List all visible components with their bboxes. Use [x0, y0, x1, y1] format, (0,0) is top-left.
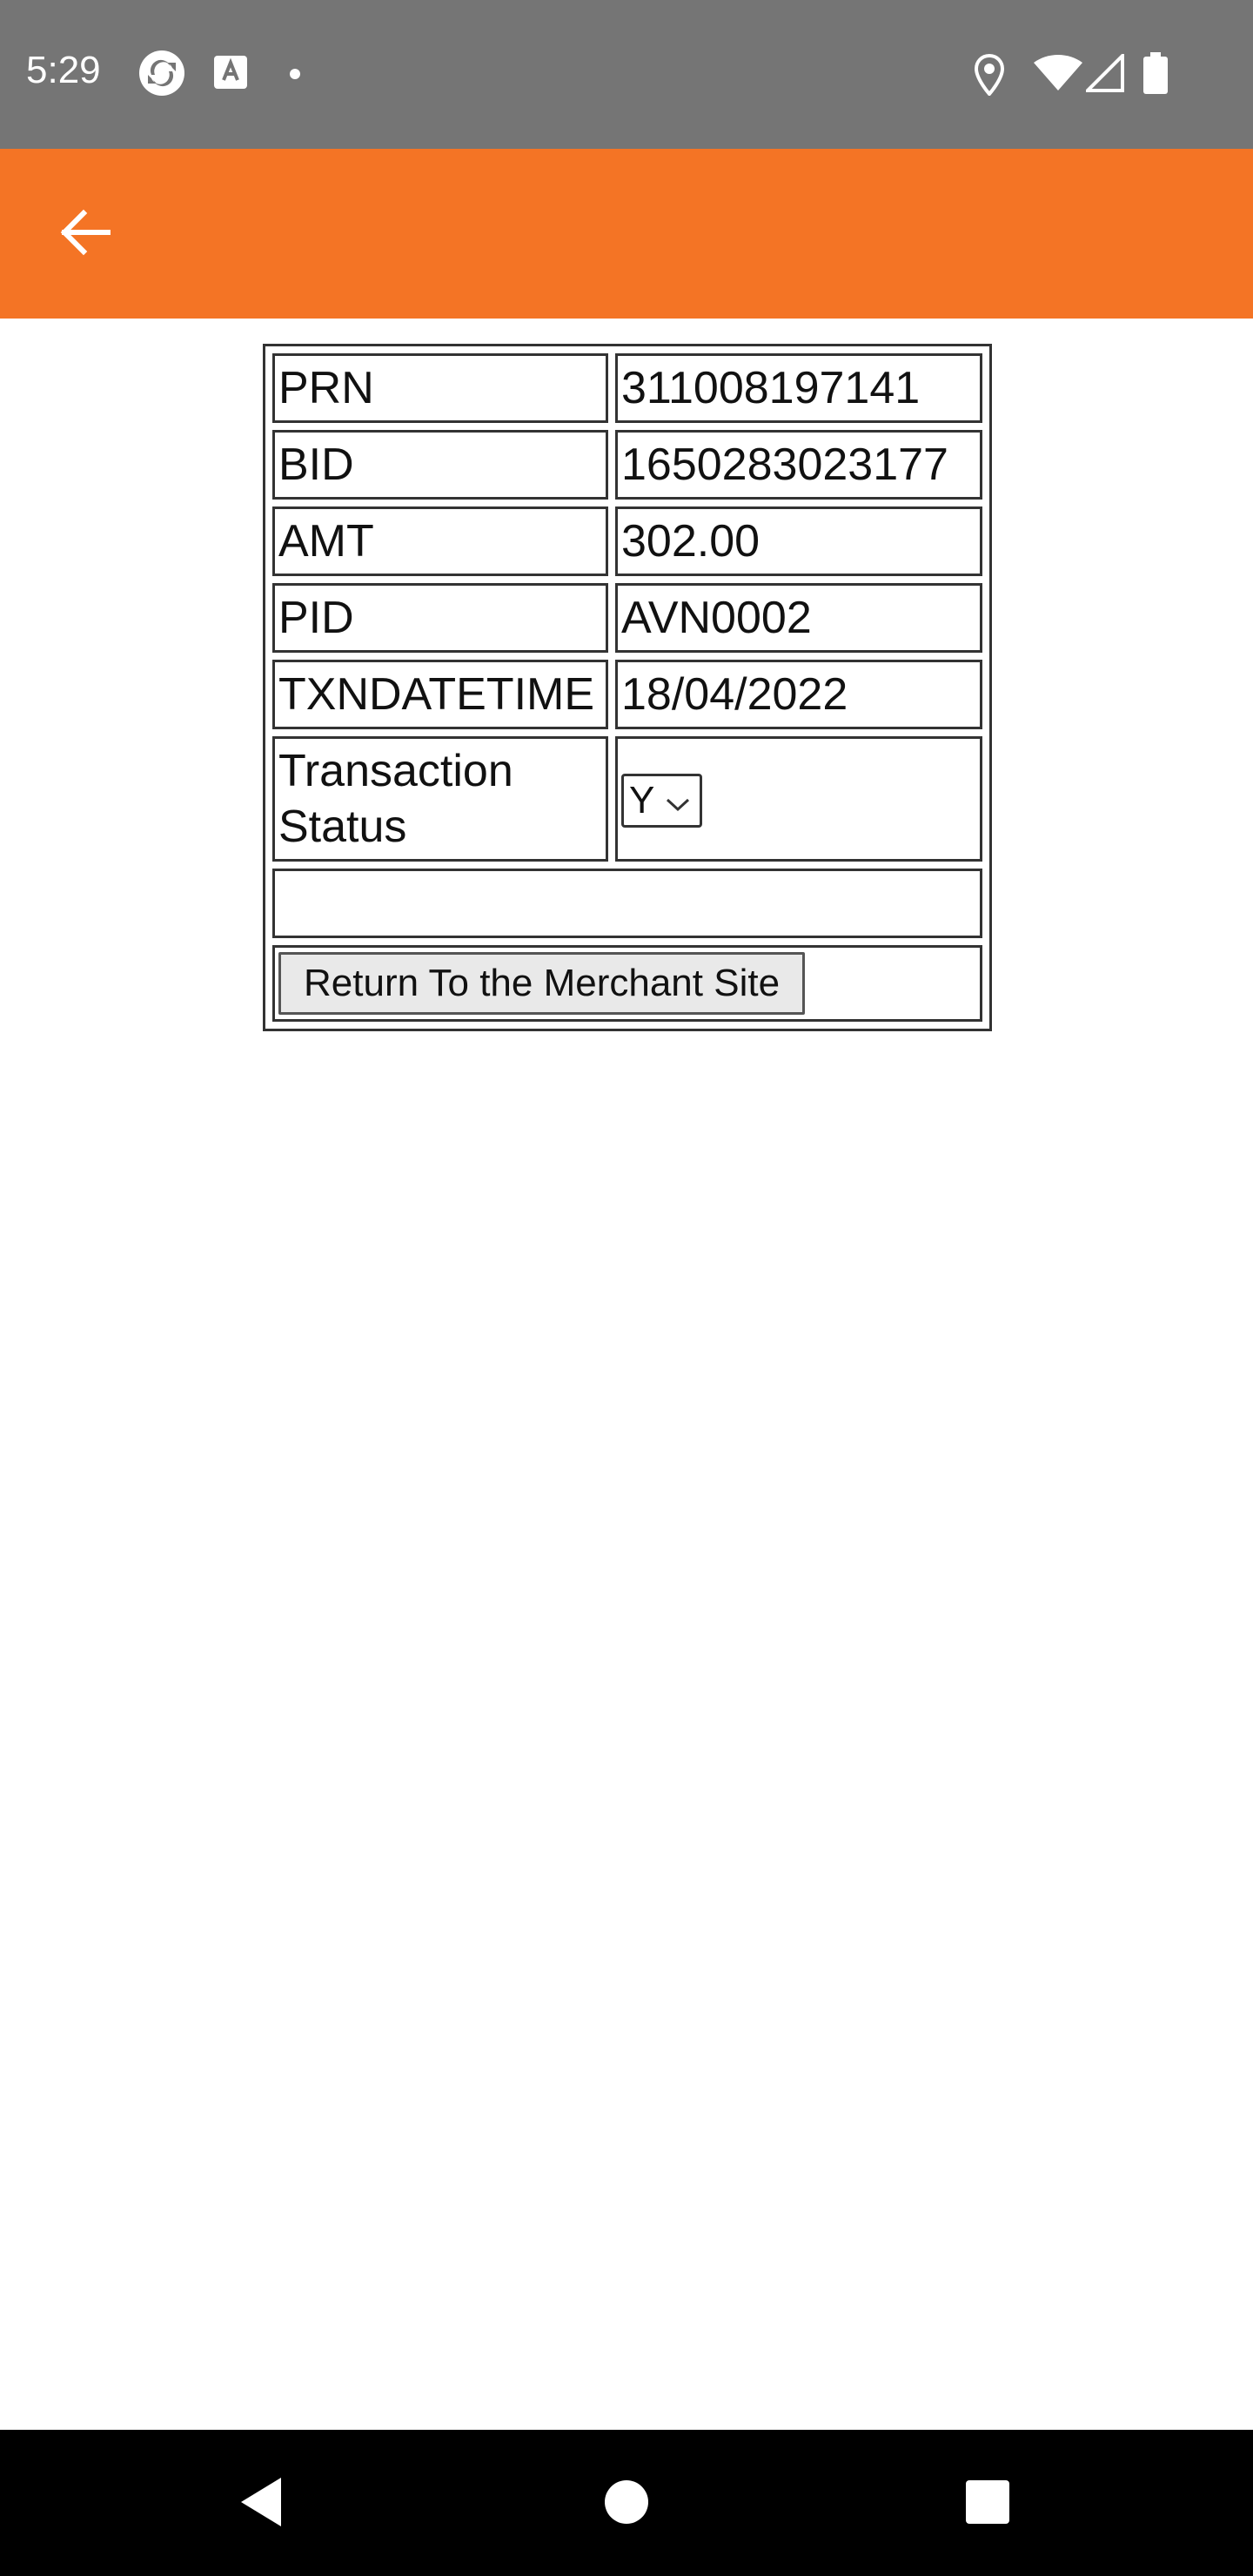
sync-icon	[137, 49, 186, 102]
row-label: PRN	[272, 353, 608, 423]
nav-recents-button[interactable]	[957, 2473, 1018, 2534]
back-triangle-icon	[236, 2474, 288, 2534]
table-row: PRN 311008197141	[272, 353, 982, 423]
wifi-icon	[1032, 54, 1084, 97]
table-row: BID 1650283023177	[272, 430, 982, 500]
table-row-empty	[272, 869, 982, 938]
battery-icon	[1143, 52, 1168, 98]
table-row: Transaction Status Y	[272, 736, 982, 862]
nav-home-button[interactable]	[596, 2473, 657, 2534]
location-icon	[974, 53, 1005, 100]
button-cell: Return To the Merchant Site	[272, 945, 982, 1022]
arrow-left-icon	[57, 205, 113, 265]
home-circle-icon	[602, 2478, 651, 2531]
app-bar	[0, 149, 1253, 319]
transaction-status-select[interactable]: Y	[621, 773, 703, 828]
transaction-status-label: Transaction Status	[272, 736, 608, 862]
row-value: 302.00	[615, 506, 982, 576]
signal-icon	[1083, 51, 1124, 97]
row-value: AVN0002	[615, 583, 982, 653]
row-label: TXNDATETIME	[272, 660, 608, 729]
back-button[interactable]	[44, 192, 127, 276]
transaction-status-value: Y	[629, 778, 655, 822]
table-row: TXNDATETIME 18/04/2022	[272, 660, 982, 729]
chevron-down-icon	[665, 774, 691, 828]
row-value: 18/04/2022	[615, 660, 982, 729]
transaction-status-cell: Y	[615, 736, 982, 862]
recents-square-icon	[963, 2478, 1012, 2531]
table-row: PID AVN0002	[272, 583, 982, 653]
navigation-bar	[0, 2430, 1253, 2576]
transaction-table: PRN 311008197141 BID 1650283023177 AMT 3…	[263, 344, 992, 1031]
row-label: PID	[272, 583, 608, 653]
status-time: 5:29	[26, 49, 101, 91]
return-to-merchant-button[interactable]: Return To the Merchant Site	[278, 952, 806, 1015]
row-label: BID	[272, 430, 608, 500]
empty-cell	[272, 869, 982, 938]
table-row: Return To the Merchant Site	[272, 945, 982, 1022]
row-value: 311008197141	[615, 353, 982, 423]
status-bar: 5:29	[0, 0, 1253, 149]
table-row: AMT 302.00	[272, 506, 982, 576]
screen: 5:29 PRN 311008197141 BID 1650283023177 …	[0, 0, 1253, 2576]
nav-back-button[interactable]	[231, 2473, 292, 2534]
text-badge-icon	[214, 56, 247, 93]
row-value: 1650283023177	[615, 430, 982, 500]
dot-icon	[289, 68, 301, 84]
row-label: AMT	[272, 506, 608, 576]
